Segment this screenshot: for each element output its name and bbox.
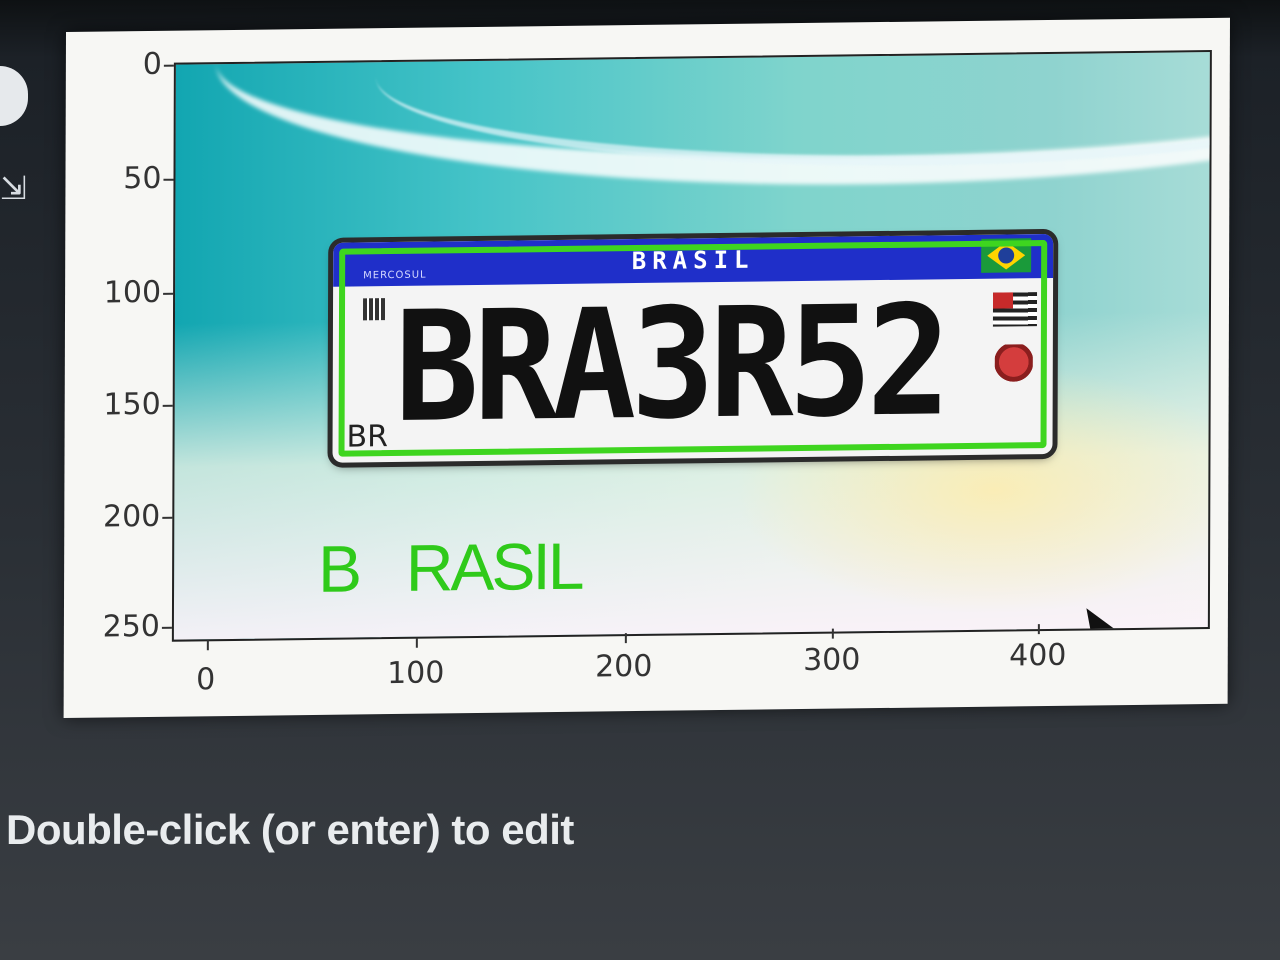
y-tick-mark bbox=[163, 292, 174, 295]
run-cell-icon[interactable] bbox=[0, 66, 28, 126]
y-tick-label: 0 bbox=[142, 46, 162, 83]
y-tick-mark bbox=[162, 516, 173, 519]
y-tick-label: 250 bbox=[102, 608, 160, 645]
x-tick-label: 0 bbox=[196, 662, 216, 698]
y-tick-label: 150 bbox=[103, 386, 161, 423]
plot-figure: 0 50 100 150 200 250 MERCOSUL BRASIL BRA… bbox=[63, 17, 1230, 719]
x-tick-mark bbox=[415, 637, 418, 648]
mouse-cursor-icon bbox=[1074, 600, 1118, 642]
x-tick-label: 200 bbox=[595, 648, 653, 685]
y-tick-mark bbox=[161, 626, 172, 629]
x-tick-mark bbox=[624, 633, 627, 644]
text-cell-edit-hint[interactable]: Double-click (or enter) to edit bbox=[6, 806, 574, 854]
x-tick-mark bbox=[206, 640, 209, 651]
y-tick-label: 50 bbox=[123, 160, 162, 197]
y-tick-label: 100 bbox=[103, 274, 162, 311]
y-tick-mark bbox=[162, 404, 173, 407]
y-tick-mark bbox=[163, 178, 174, 181]
y-tick-mark bbox=[163, 64, 174, 67]
x-tick-label: 400 bbox=[1009, 637, 1067, 674]
ocr-result-text: B RASIL bbox=[317, 528, 582, 606]
expand-output-icon[interactable]: ⇲ bbox=[0, 168, 27, 208]
x-tick-label: 100 bbox=[387, 655, 445, 692]
y-tick-label: 200 bbox=[102, 498, 161, 535]
detection-bounding-box bbox=[338, 240, 1048, 457]
x-tick-mark bbox=[1037, 624, 1040, 635]
x-tick-label: 300 bbox=[803, 642, 861, 678]
image-axes: MERCOSUL BRASIL BRA3R52 BR B RASIL bbox=[171, 49, 1212, 642]
x-tick-mark bbox=[831, 628, 834, 639]
